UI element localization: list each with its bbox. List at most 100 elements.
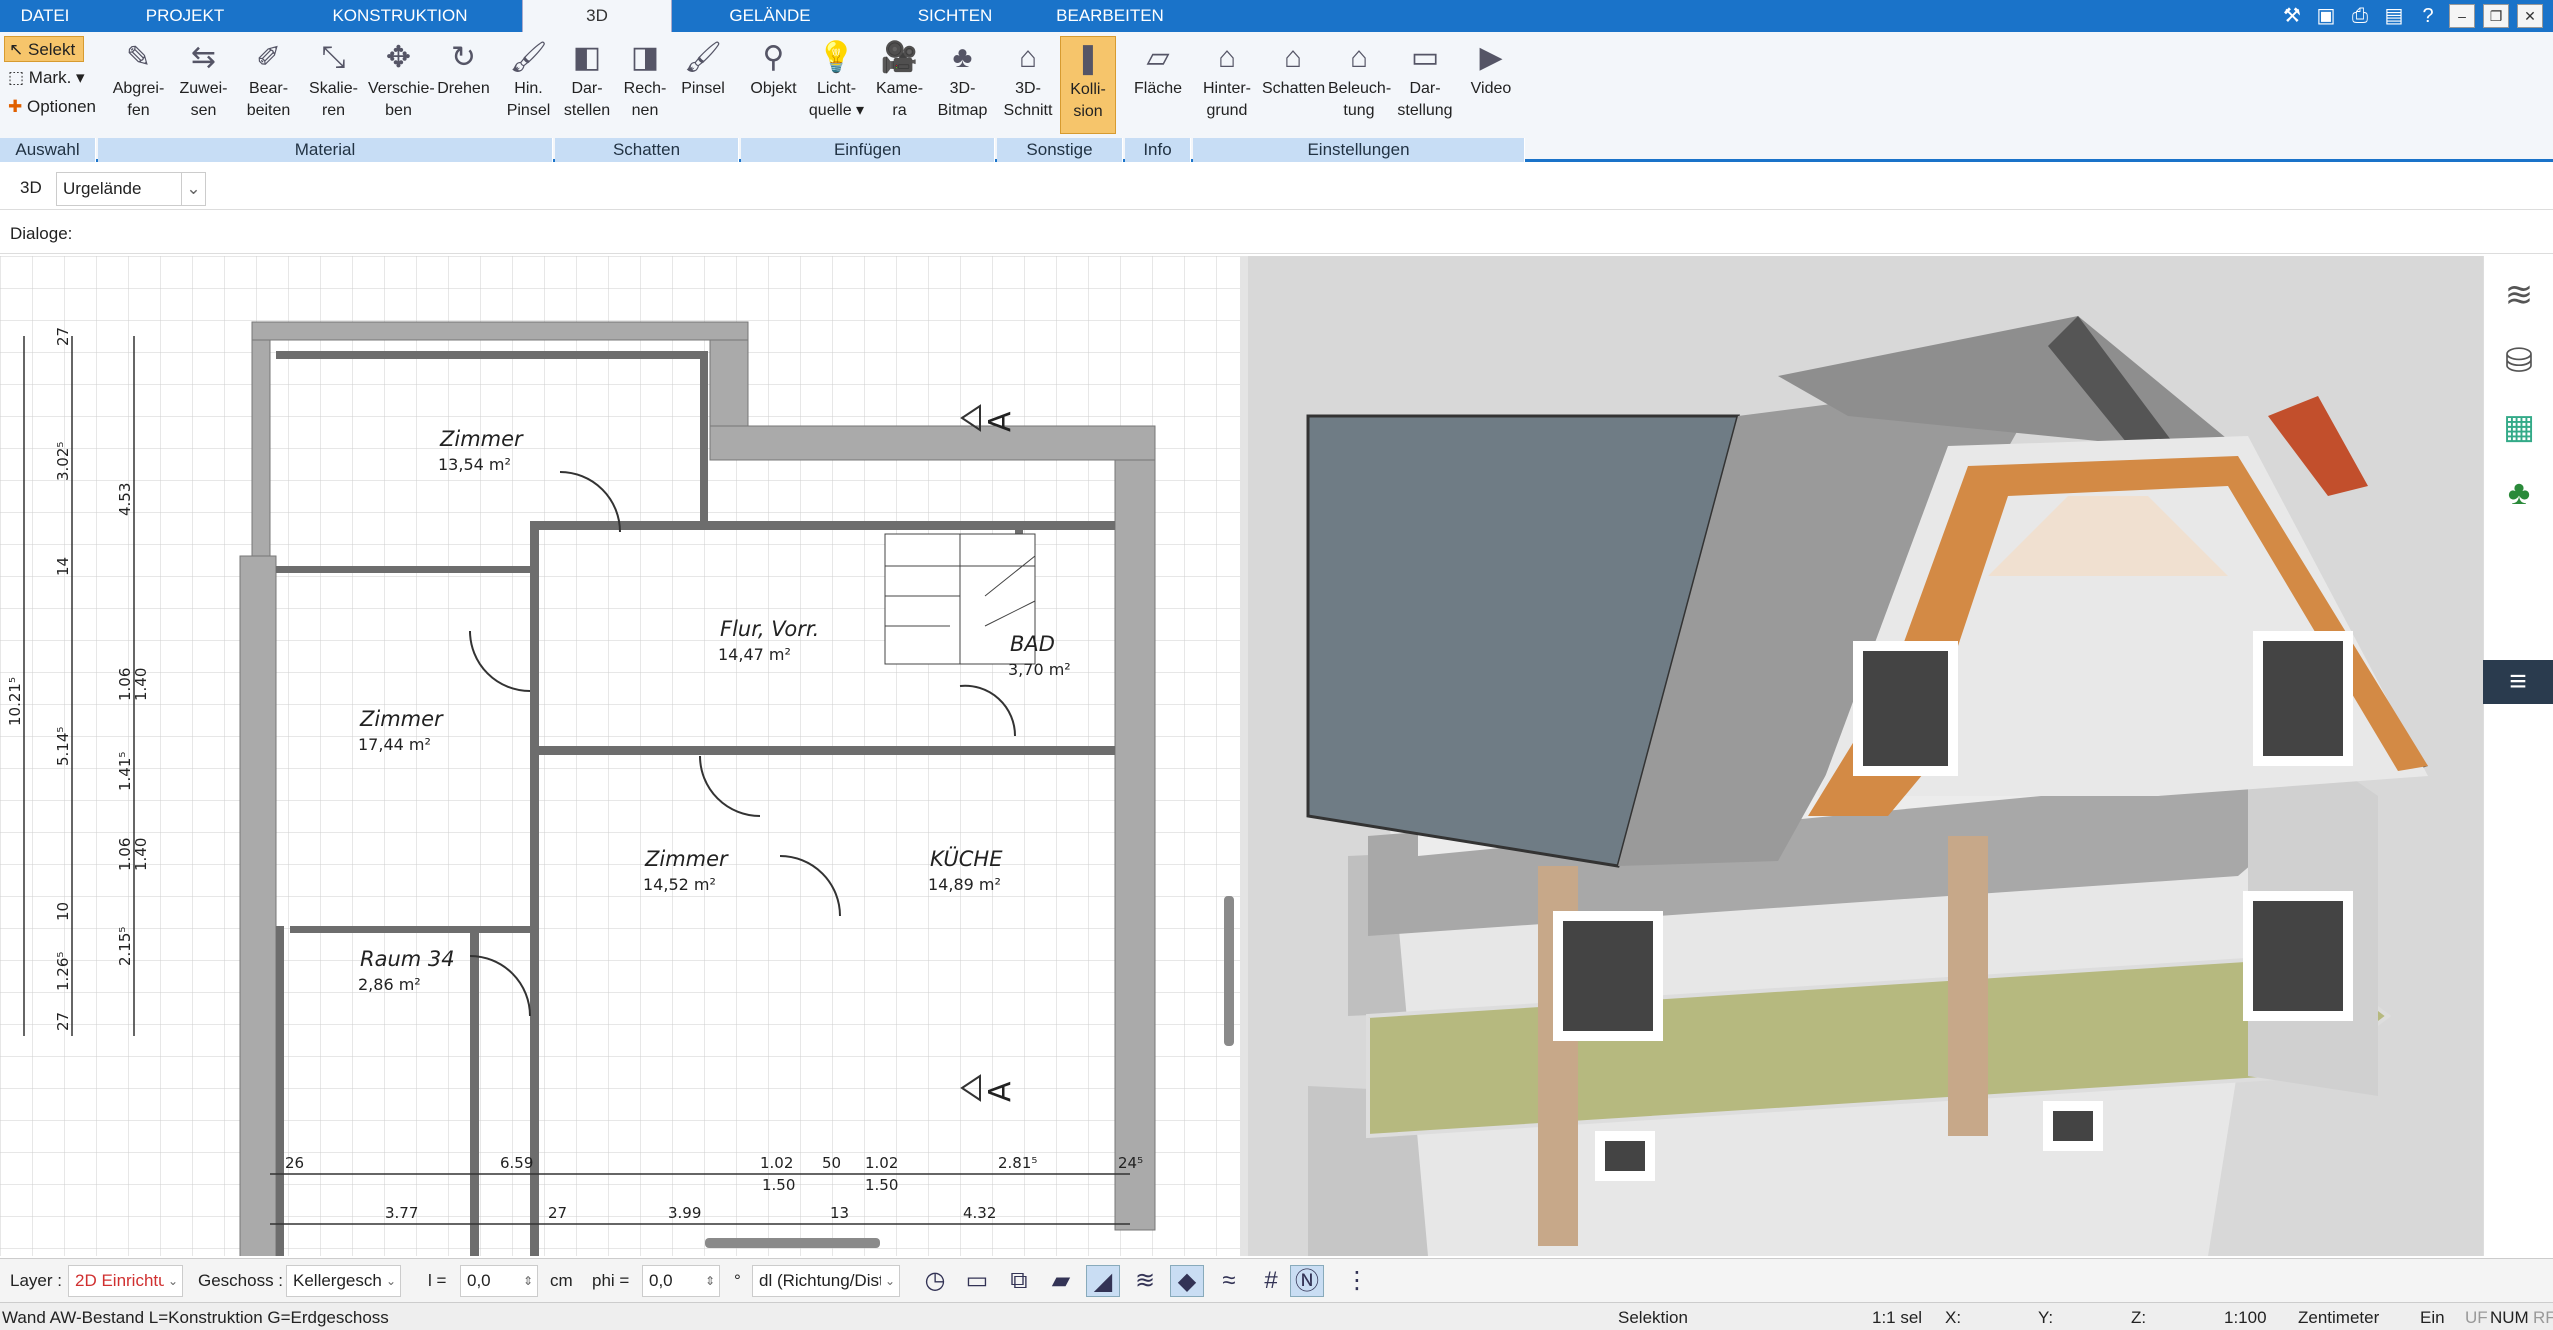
- chevron-down-icon: ⌄: [164, 1266, 182, 1296]
- dimension-label: 26: [285, 1154, 304, 1172]
- dimension-label: 1.02: [865, 1154, 898, 1172]
- einfuegen-1-icon: 💡: [817, 41, 856, 74]
- mark-tool[interactable]: ⬚ Mark. ▾: [4, 65, 85, 91]
- stepper-icon[interactable]: ⇕: [701, 1266, 719, 1296]
- wave-icon[interactable]: ≈: [1212, 1265, 1246, 1297]
- monitor-icon[interactable]: ▭: [960, 1265, 994, 1297]
- phi-unit: °: [734, 1271, 741, 1290]
- dimension-label: 50: [822, 1154, 841, 1172]
- undo-icon[interactable]: ▤: [2381, 3, 2407, 29]
- roof-icon[interactable]: ≋: [1128, 1265, 1162, 1297]
- copy-icon[interactable]: ⧉: [1002, 1265, 1036, 1297]
- clock-icon[interactable]: ◷: [918, 1265, 952, 1297]
- floor-plan-view[interactable]: Zimmer 13,54 m² Flur, Vorr. 14,47 m² BAD 3,70…: [0, 256, 1240, 1256]
- grid-icon[interactable]: #: [1254, 1265, 1288, 1297]
- ribbon-button-label: Fläche: [1133, 80, 1183, 97]
- layers-icon[interactable]: ≋: [2494, 270, 2544, 320]
- ribbon-button-einfuegen-1[interactable]: 💡 Licht-quelle ▾: [807, 36, 866, 134]
- einfuegen-3-icon: ♣: [952, 41, 973, 74]
- terrain-select[interactable]: Urgelände ⌄: [56, 172, 206, 206]
- options-tool[interactable]: ✚ Optionen: [4, 94, 96, 120]
- ribbon-button-sonstige-0[interactable]: ⌂ 3D- Schnitt: [1000, 36, 1056, 134]
- 3d-view[interactable]: [1248, 256, 2483, 1256]
- dimension-label: 3.99: [668, 1204, 701, 1222]
- furniture-icon[interactable]: ⛁: [2494, 336, 2544, 386]
- north-icon[interactable]: Ⓝ: [1290, 1265, 1324, 1297]
- ribbon-button-einstellungen-1[interactable]: ⌂ Schatten: [1262, 36, 1325, 134]
- ribbon-button-info-0[interactable]: ▱ Fläche: [1130, 36, 1186, 134]
- ribbon-button-einstellungen-2[interactable]: ⌂ Beleuch-tung: [1328, 36, 1391, 134]
- ribbon-button-material-4[interactable]: ✥ Verschie-ben: [368, 36, 435, 134]
- ribbon-button-schatten-1[interactable]: ◨ Rech-nen: [618, 36, 672, 134]
- tools-icon[interactable]: ⚒: [2279, 3, 2305, 29]
- tab-sichten[interactable]: SICHTEN: [880, 0, 1030, 32]
- grid: [0, 256, 1240, 1256]
- ribbon-button-material-3[interactable]: ⤡ Skalie-ren: [303, 36, 364, 134]
- sonstige-1-icon: ❚: [1075, 42, 1101, 75]
- terrain-icon[interactable]: ◢: [1086, 1265, 1120, 1297]
- help-icon[interactable]: ?: [2415, 3, 2441, 29]
- more-icon[interactable]: ⋮: [1340, 1265, 1374, 1297]
- dimension-label: 5.14⁵: [54, 727, 72, 766]
- tab-3d[interactable]: 3D: [522, 0, 672, 32]
- tab-bearbeiten[interactable]: BEARBEITEN: [1030, 0, 1190, 32]
- stepper-icon[interactable]: ⇕: [519, 1266, 537, 1296]
- layer-icon[interactable]: ◆: [1170, 1265, 1204, 1297]
- view-mode-label: 3D: [20, 178, 42, 197]
- status-unit: Zentimeter: [2298, 1308, 2380, 1327]
- minimize-button[interactable]: –: [2449, 4, 2475, 28]
- group-label: Schatten: [555, 138, 739, 162]
- einstellungen-0-icon: ⌂: [1217, 41, 1237, 74]
- tab-gelaende[interactable]: GELÄNDE: [690, 0, 850, 32]
- ribbon-button-material-6[interactable]: 🖌 Hin. Pinsel: [498, 36, 559, 134]
- ribbon-button-einstellungen-4[interactable]: ▶ Video: [1460, 36, 1522, 134]
- ribbon-button-einfuegen-3[interactable]: ♣ 3D- Bitmap: [933, 36, 992, 134]
- phi-input[interactable]: 0,0 ⇕: [642, 1265, 720, 1297]
- dialog-label: Dialoge:: [10, 224, 73, 243]
- materials-icon[interactable]: ▦: [2494, 402, 2544, 452]
- layer-select[interactable]: 2D Einrichtung ⌄: [68, 1265, 183, 1297]
- ribbon-button-einstellungen-3[interactable]: ▭ Dar-stellung: [1394, 36, 1456, 134]
- ribbon-button-label: ren: [321, 102, 346, 119]
- floor-plan-canvas[interactable]: Zimmer 13,54 m² Flur, Vorr. 14,47 m² BAD 3,70…: [0, 256, 1240, 1256]
- print-icon[interactable]: ⎙: [2347, 3, 2373, 29]
- vertical-scrollbar[interactable]: [1224, 896, 1234, 1046]
- ribbon-button-material-2[interactable]: ✐ Bear-beiten: [238, 36, 299, 134]
- ribbon-button-material-0[interactable]: ✎ Abgrei-fen: [108, 36, 169, 134]
- tree-icon[interactable]: ♣: [2494, 468, 2544, 518]
- restore-button[interactable]: ❐: [2483, 4, 2509, 28]
- room-name: Flur, Vorr.: [720, 617, 819, 641]
- tab-projekt[interactable]: PROJEKT: [110, 0, 260, 32]
- ribbon-button-label: Skalie-: [309, 80, 358, 97]
- room-area: 2,86 m²: [358, 975, 421, 994]
- room-area: 17,44 m²: [358, 735, 431, 754]
- ribbon-button-einfuegen-2[interactable]: 🎥 Kame-ra: [870, 36, 929, 134]
- ribbon-button-einstellungen-0[interactable]: ⌂ Hinter-grund: [1196, 36, 1258, 134]
- ribbon-button-sonstige-1[interactable]: ❚ Kolli-sion: [1060, 36, 1116, 134]
- schatten-0-icon: ◧: [572, 41, 602, 74]
- ribbon-button-label: Rech-: [623, 80, 667, 97]
- status-scale: 1:100: [2224, 1308, 2267, 1327]
- menu-icon[interactable]: ≡: [2483, 660, 2553, 704]
- plus-icon: ✚: [8, 97, 23, 116]
- tab-datei[interactable]: DATEI: [0, 0, 90, 32]
- select-tool[interactable]: ↖ Selekt: [4, 36, 84, 62]
- stack-icon[interactable]: ▰: [1044, 1265, 1078, 1297]
- close-button[interactable]: ✕: [2517, 4, 2543, 28]
- tab-konstruktion[interactable]: KONSTRUKTION: [320, 0, 480, 32]
- dimension-label: 10: [54, 902, 72, 921]
- ribbon-button-material-5[interactable]: ↻ Drehen: [433, 36, 494, 134]
- l-input[interactable]: 0,0 ⇕: [460, 1265, 538, 1297]
- save-icon[interactable]: ▣: [2313, 3, 2339, 29]
- ribbon-button-schatten-0[interactable]: ◧ Dar-stellen: [560, 36, 614, 134]
- einfuegen-0-icon: ⚲: [762, 41, 785, 74]
- ribbon-button-schatten-2[interactable]: 🖌 Pinsel: [676, 36, 730, 134]
- direction-select[interactable]: dl (Richtung/Distanz)⌄: [752, 1265, 900, 1297]
- ribbon-button-label: quelle ▾: [808, 102, 865, 119]
- ribbon-button-einfuegen-0[interactable]: ⚲ Objekt: [744, 36, 803, 134]
- dimension-label: 1.02: [760, 1154, 793, 1172]
- geschoss-select[interactable]: Kellergeschoss ⌄: [286, 1265, 401, 1297]
- horizontal-scrollbar[interactable]: [705, 1238, 880, 1248]
- ribbon-button-material-1[interactable]: ⇆ Zuwei-sen: [173, 36, 234, 134]
- view-splitter[interactable]: [1240, 256, 1248, 1256]
